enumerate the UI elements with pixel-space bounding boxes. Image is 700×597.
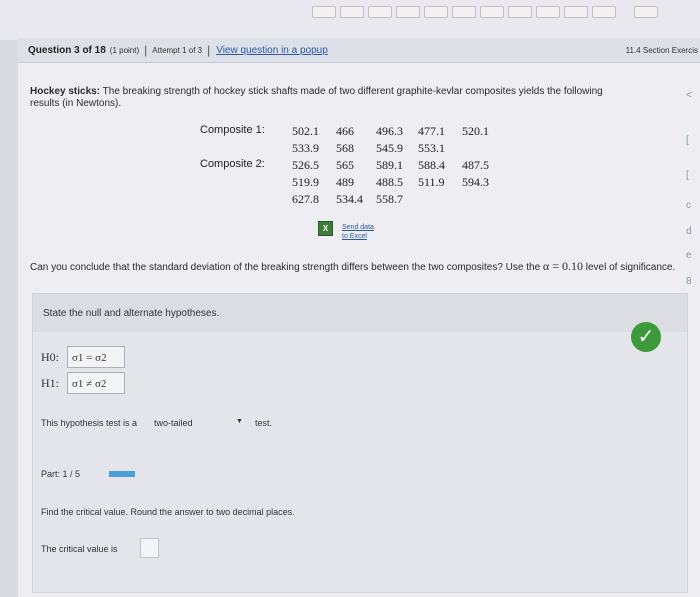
send-to-excel-link[interactable]: Send data to Excel (342, 223, 374, 241)
data-cell: 488.5 (376, 175, 403, 189)
critical-label: The critical value is (41, 544, 118, 554)
composite1-label: Composite 1: (200, 124, 265, 136)
data-cell: 558.7 (376, 192, 403, 206)
right-rail: < [ [ c d e 8 (682, 90, 700, 310)
data-cell: 589.1 (376, 158, 403, 172)
toolbar-button[interactable] (564, 6, 588, 18)
part-label: Part: 1 / 5 (41, 469, 81, 479)
separator: | (144, 43, 148, 57)
h1-label: H1: (41, 376, 59, 390)
toolbar-button[interactable] (312, 6, 336, 18)
part-progress-bar (109, 471, 135, 477)
tool-icon[interactable]: e (686, 250, 692, 261)
data-cell: 534.4 (336, 192, 363, 206)
send-to-excel[interactable]: X Send data to Excel (318, 221, 378, 243)
toolbar-button[interactable] (536, 6, 560, 18)
view-popup-link[interactable]: View question in a popup (216, 45, 328, 56)
data-cell: 519.9 (292, 175, 319, 189)
tool-icon[interactable]: < (686, 90, 692, 101)
question-title: Question 3 of 18 (28, 44, 106, 56)
hypotheses-heading: State the null and alternate hypotheses. (43, 308, 220, 319)
null-hypothesis-row: H0: σ1 = σ2 (41, 346, 125, 368)
data-cell: 545.9 (376, 141, 403, 155)
data-cell: 496.3 (376, 124, 403, 138)
question-header: Question 3 of 18 (1 point) | Attempt 1 o… (18, 38, 700, 63)
h0-field[interactable]: σ1 = σ2 (67, 346, 125, 368)
data-cell: 487.5 (462, 158, 489, 172)
critical-instruction: Find the critical value. Round the answe… (41, 507, 295, 517)
excel-line2[interactable]: to Excel (342, 233, 367, 240)
data-cell: 533.9 (292, 141, 319, 155)
data-cell: 466 (336, 124, 354, 138)
h1-field[interactable]: σ1 ≠ σ2 (67, 372, 125, 394)
data-cell: 568 (336, 141, 354, 155)
problem-statement: Hockey sticks: The breaking strength of … (30, 86, 630, 110)
data-cell: 565 (336, 158, 354, 172)
tailed-suffix: test. (255, 418, 273, 428)
excel-icon[interactable]: X (318, 221, 333, 236)
points-label: (1 point) (109, 45, 140, 55)
data-cell: 594.3 (462, 175, 489, 189)
tool-icon[interactable]: [ (686, 135, 689, 146)
data-cell: 489 (336, 175, 354, 189)
data-cell: 627.8 (292, 192, 319, 206)
data-cell: 520.1 (462, 124, 489, 138)
question-card: Question 3 of 18 (1 point) | Attempt 1 o… (18, 38, 700, 597)
attempt-label: Attempt 1 of 3 (152, 45, 203, 55)
tool-icon[interactable]: [ (686, 170, 689, 181)
correct-check-icon: ✓ (631, 322, 661, 352)
excel-line1[interactable]: Send data (342, 224, 374, 231)
problem-topic: Hockey sticks: (30, 86, 101, 97)
chevron-down-icon[interactable]: ▼ (236, 418, 243, 425)
browser-top-strip (0, 0, 700, 40)
alternate-hypothesis-row: H1: σ1 ≠ σ2 (41, 372, 125, 394)
critical-value-input[interactable] (140, 538, 159, 558)
tool-icon[interactable]: d (686, 226, 692, 237)
toolbar-button[interactable] (424, 6, 448, 18)
section-label: 11.4 Section Exercis (625, 45, 698, 55)
data-cell: 502.1 (292, 124, 319, 138)
composite2-label: Composite 2: (200, 158, 265, 170)
data-cell: 588.4 (418, 158, 445, 172)
question-text: Can you conclude that the standard devia… (30, 260, 680, 274)
toolbar-button[interactable] (480, 6, 504, 18)
problem-text: The breaking strength of hockey stick sh… (30, 86, 603, 109)
toolbar-button[interactable] (368, 6, 392, 18)
data-cell: 526.5 (292, 158, 319, 172)
toolbar-button[interactable] (396, 6, 420, 18)
toolbar-button[interactable] (592, 6, 616, 18)
answer-panel: State the null and alternate hypotheses.… (32, 293, 688, 593)
data-cell: 511.9 (418, 175, 445, 189)
toolbar-button[interactable] (634, 6, 658, 18)
tailed-prefix: This hypothesis test is a (41, 418, 138, 428)
toolbar-button[interactable] (452, 6, 476, 18)
tool-icon[interactable]: c (686, 200, 691, 211)
toolbar-button[interactable] (340, 6, 364, 18)
question-before: Can you conclude that the standard devia… (30, 262, 541, 273)
separator: | (207, 43, 211, 57)
toolbar-button[interactable] (508, 6, 532, 18)
alpha-value: α = 0.10 (542, 259, 583, 273)
question-after: level of significance. (585, 262, 676, 273)
data-cell: 553.1 (418, 141, 445, 155)
tool-icon[interactable]: 8 (686, 276, 692, 287)
h0-label: H0: (41, 350, 59, 364)
data-cell: 477.1 (418, 124, 445, 138)
